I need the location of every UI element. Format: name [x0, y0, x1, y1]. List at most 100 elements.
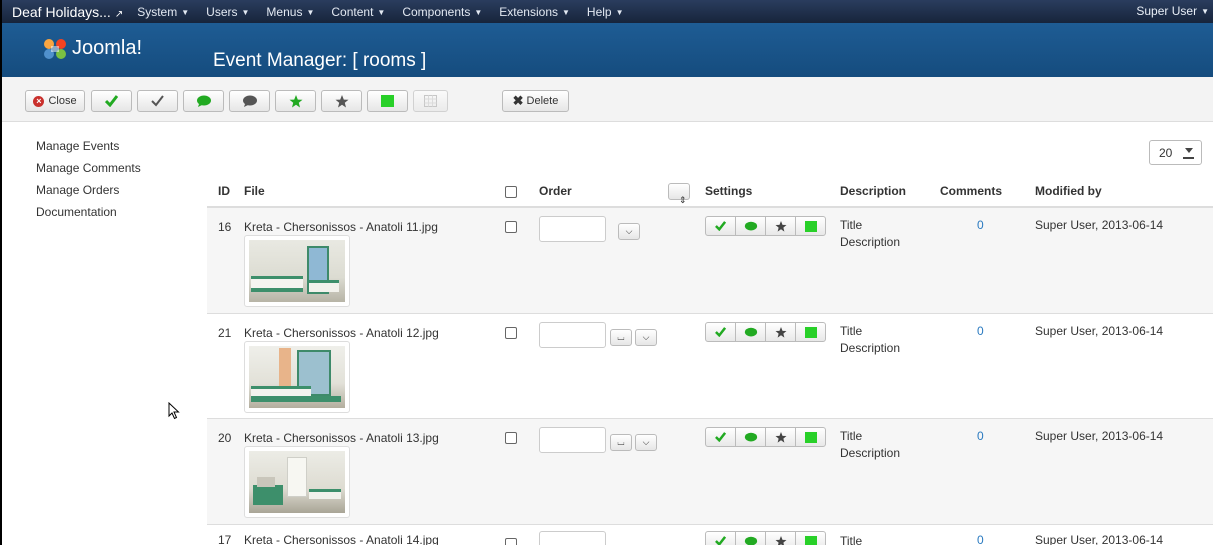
star-icon	[775, 535, 786, 545]
col-file-header[interactable]: File	[244, 184, 265, 198]
published-toggle[interactable]	[706, 323, 736, 341]
comments-toggle[interactable]	[736, 532, 766, 545]
move-down-button[interactable]: ⌵	[618, 223, 640, 240]
order-input[interactable]	[539, 322, 606, 348]
order-input[interactable]	[539, 531, 606, 545]
menu-menus[interactable]: Menus ▼	[266, 5, 314, 19]
published-toggle[interactable]	[706, 428, 736, 446]
caret-down-icon: ▼	[241, 7, 250, 17]
enabled-toggle[interactable]	[796, 217, 825, 235]
table-row: 16 Kreta - Chersonissos - Anatoli 11.jpg…	[207, 208, 1213, 314]
enabled-toggle[interactable]	[796, 428, 825, 446]
row-id: 20	[218, 431, 232, 445]
featured-toggle[interactable]	[766, 217, 796, 235]
comments-toggle[interactable]	[736, 323, 766, 341]
unpublish-button[interactable]	[137, 90, 178, 112]
col-order-header[interactable]: Order	[539, 184, 572, 198]
comments-count-link[interactable]: 0	[977, 324, 984, 338]
site-brand-link[interactable]: Deaf Holidays... ↗	[2, 4, 123, 20]
comments-off-button[interactable]	[229, 90, 270, 112]
modified-by: Super User, 2013-06-14	[1035, 218, 1164, 232]
menu-system[interactable]: System ▼	[137, 5, 189, 19]
feature-button[interactable]	[275, 90, 316, 112]
room-photo	[249, 240, 345, 302]
comments-toggle[interactable]	[736, 428, 766, 446]
close-button[interactable]: × Close	[25, 90, 85, 112]
comments-count-link[interactable]: 0	[977, 533, 984, 545]
select-all-checkbox[interactable]	[505, 186, 517, 198]
caret-down-icon: ▼	[474, 7, 483, 17]
published-toggle[interactable]	[706, 532, 736, 545]
list-limit-select[interactable]: 20	[1149, 140, 1202, 165]
enable-button[interactable]	[367, 90, 408, 112]
featured-toggle[interactable]	[766, 532, 796, 545]
published-toggle[interactable]	[706, 217, 736, 235]
sidebar-item-manage-comments[interactable]: Manage Comments	[36, 157, 141, 179]
disable-button[interactable]	[413, 90, 448, 112]
top-navbar: Deaf Holidays... ↗ System ▼ Users ▼ Menus ▼ …	[2, 0, 1213, 23]
publish-button[interactable]	[91, 90, 132, 112]
order-input[interactable]	[539, 216, 606, 242]
caret-down-icon: ▼	[306, 7, 315, 17]
enabled-toggle[interactable]	[796, 532, 825, 545]
joomla-logo-icon	[42, 38, 68, 60]
comments-on-button[interactable]	[183, 90, 224, 112]
row-settings-group	[705, 427, 826, 447]
disable-grid-icon	[424, 95, 437, 107]
check-icon	[715, 327, 726, 337]
row-checkbox[interactable]	[505, 221, 517, 233]
comments-toggle[interactable]	[736, 217, 766, 235]
row-file-name[interactable]: Kreta - Chersonissos - Anatoli 14.jpg	[244, 533, 439, 545]
room-thumbnail[interactable]	[244, 446, 350, 518]
row-description: Title Description	[840, 324, 901, 355]
table-row: 21 Kreta - Chersonissos - Anatoli 12.jpg…	[207, 314, 1213, 419]
star-icon	[775, 326, 786, 338]
row-file-name[interactable]: Kreta - Chersonissos - Anatoli 13.jpg	[244, 431, 439, 445]
row-settings-group	[705, 322, 826, 342]
sidebar-item-documentation[interactable]: Documentation	[36, 201, 141, 223]
publish-check-icon	[105, 95, 118, 107]
order-input[interactable]	[539, 427, 606, 453]
table-row: 20 Kreta - Chersonissos - Anatoli 13.jpg…	[207, 419, 1213, 525]
featured-toggle[interactable]	[766, 323, 796, 341]
modified-by: Super User, 2013-06-14	[1035, 533, 1164, 545]
page-header: Joomla! Event Manager: [ rooms ]	[2, 23, 1213, 77]
green-square-icon	[804, 326, 817, 338]
comments-count-link[interactable]: 0	[977, 429, 984, 443]
sort-icon: ⇕	[679, 195, 687, 205]
save-order-button[interactable]: ⇕	[668, 183, 690, 205]
room-thumbnail[interactable]	[244, 235, 350, 307]
move-down-button[interactable]: ⌵	[635, 434, 657, 451]
chevron-down-icon: ⌵	[625, 226, 633, 236]
move-down-button[interactable]: ⌵	[635, 329, 657, 346]
row-checkbox[interactable]	[505, 538, 517, 545]
close-icon: ×	[33, 95, 45, 107]
unfeature-button[interactable]	[321, 90, 362, 112]
sidebar-item-manage-events[interactable]: Manage Events	[36, 135, 141, 157]
enabled-toggle[interactable]	[796, 323, 825, 341]
star-icon	[775, 220, 786, 232]
row-description: Title Description	[840, 429, 901, 460]
row-file-name[interactable]: Kreta - Chersonissos - Anatoli 11.jpg	[244, 220, 438, 234]
comments-count-link[interactable]: 0	[977, 218, 984, 232]
room-thumbnail[interactable]	[244, 341, 350, 413]
menu-content[interactable]: Content ▼	[331, 5, 385, 19]
user-menu[interactable]: Super User ▼	[1136, 4, 1209, 18]
featured-toggle[interactable]	[766, 428, 796, 446]
menu-users[interactable]: Users ▼	[206, 5, 249, 19]
col-comments-header: Comments	[940, 184, 1003, 198]
row-checkbox[interactable]	[505, 327, 517, 339]
move-up-button[interactable]: ⌴	[610, 329, 632, 346]
menu-extensions[interactable]: Extensions ▼	[499, 5, 570, 19]
row-file-name[interactable]: Kreta - Chersonissos - Anatoli 12.jpg	[244, 326, 439, 340]
menu-components[interactable]: Components ▼	[402, 5, 482, 19]
move-up-button[interactable]: ⌴	[610, 434, 632, 451]
row-checkbox[interactable]	[505, 432, 517, 444]
delete-button[interactable]: ✖ Delete	[502, 90, 569, 112]
sidebar-item-manage-orders[interactable]: Manage Orders	[36, 179, 141, 201]
chevron-up-icon: ⌴	[617, 437, 625, 447]
menu-help[interactable]: Help ▼	[587, 5, 624, 19]
table-header: ID File Order ⇕ Settings Description Com…	[207, 175, 1213, 208]
check-icon	[715, 432, 726, 442]
col-id-header[interactable]: ID	[218, 184, 230, 198]
